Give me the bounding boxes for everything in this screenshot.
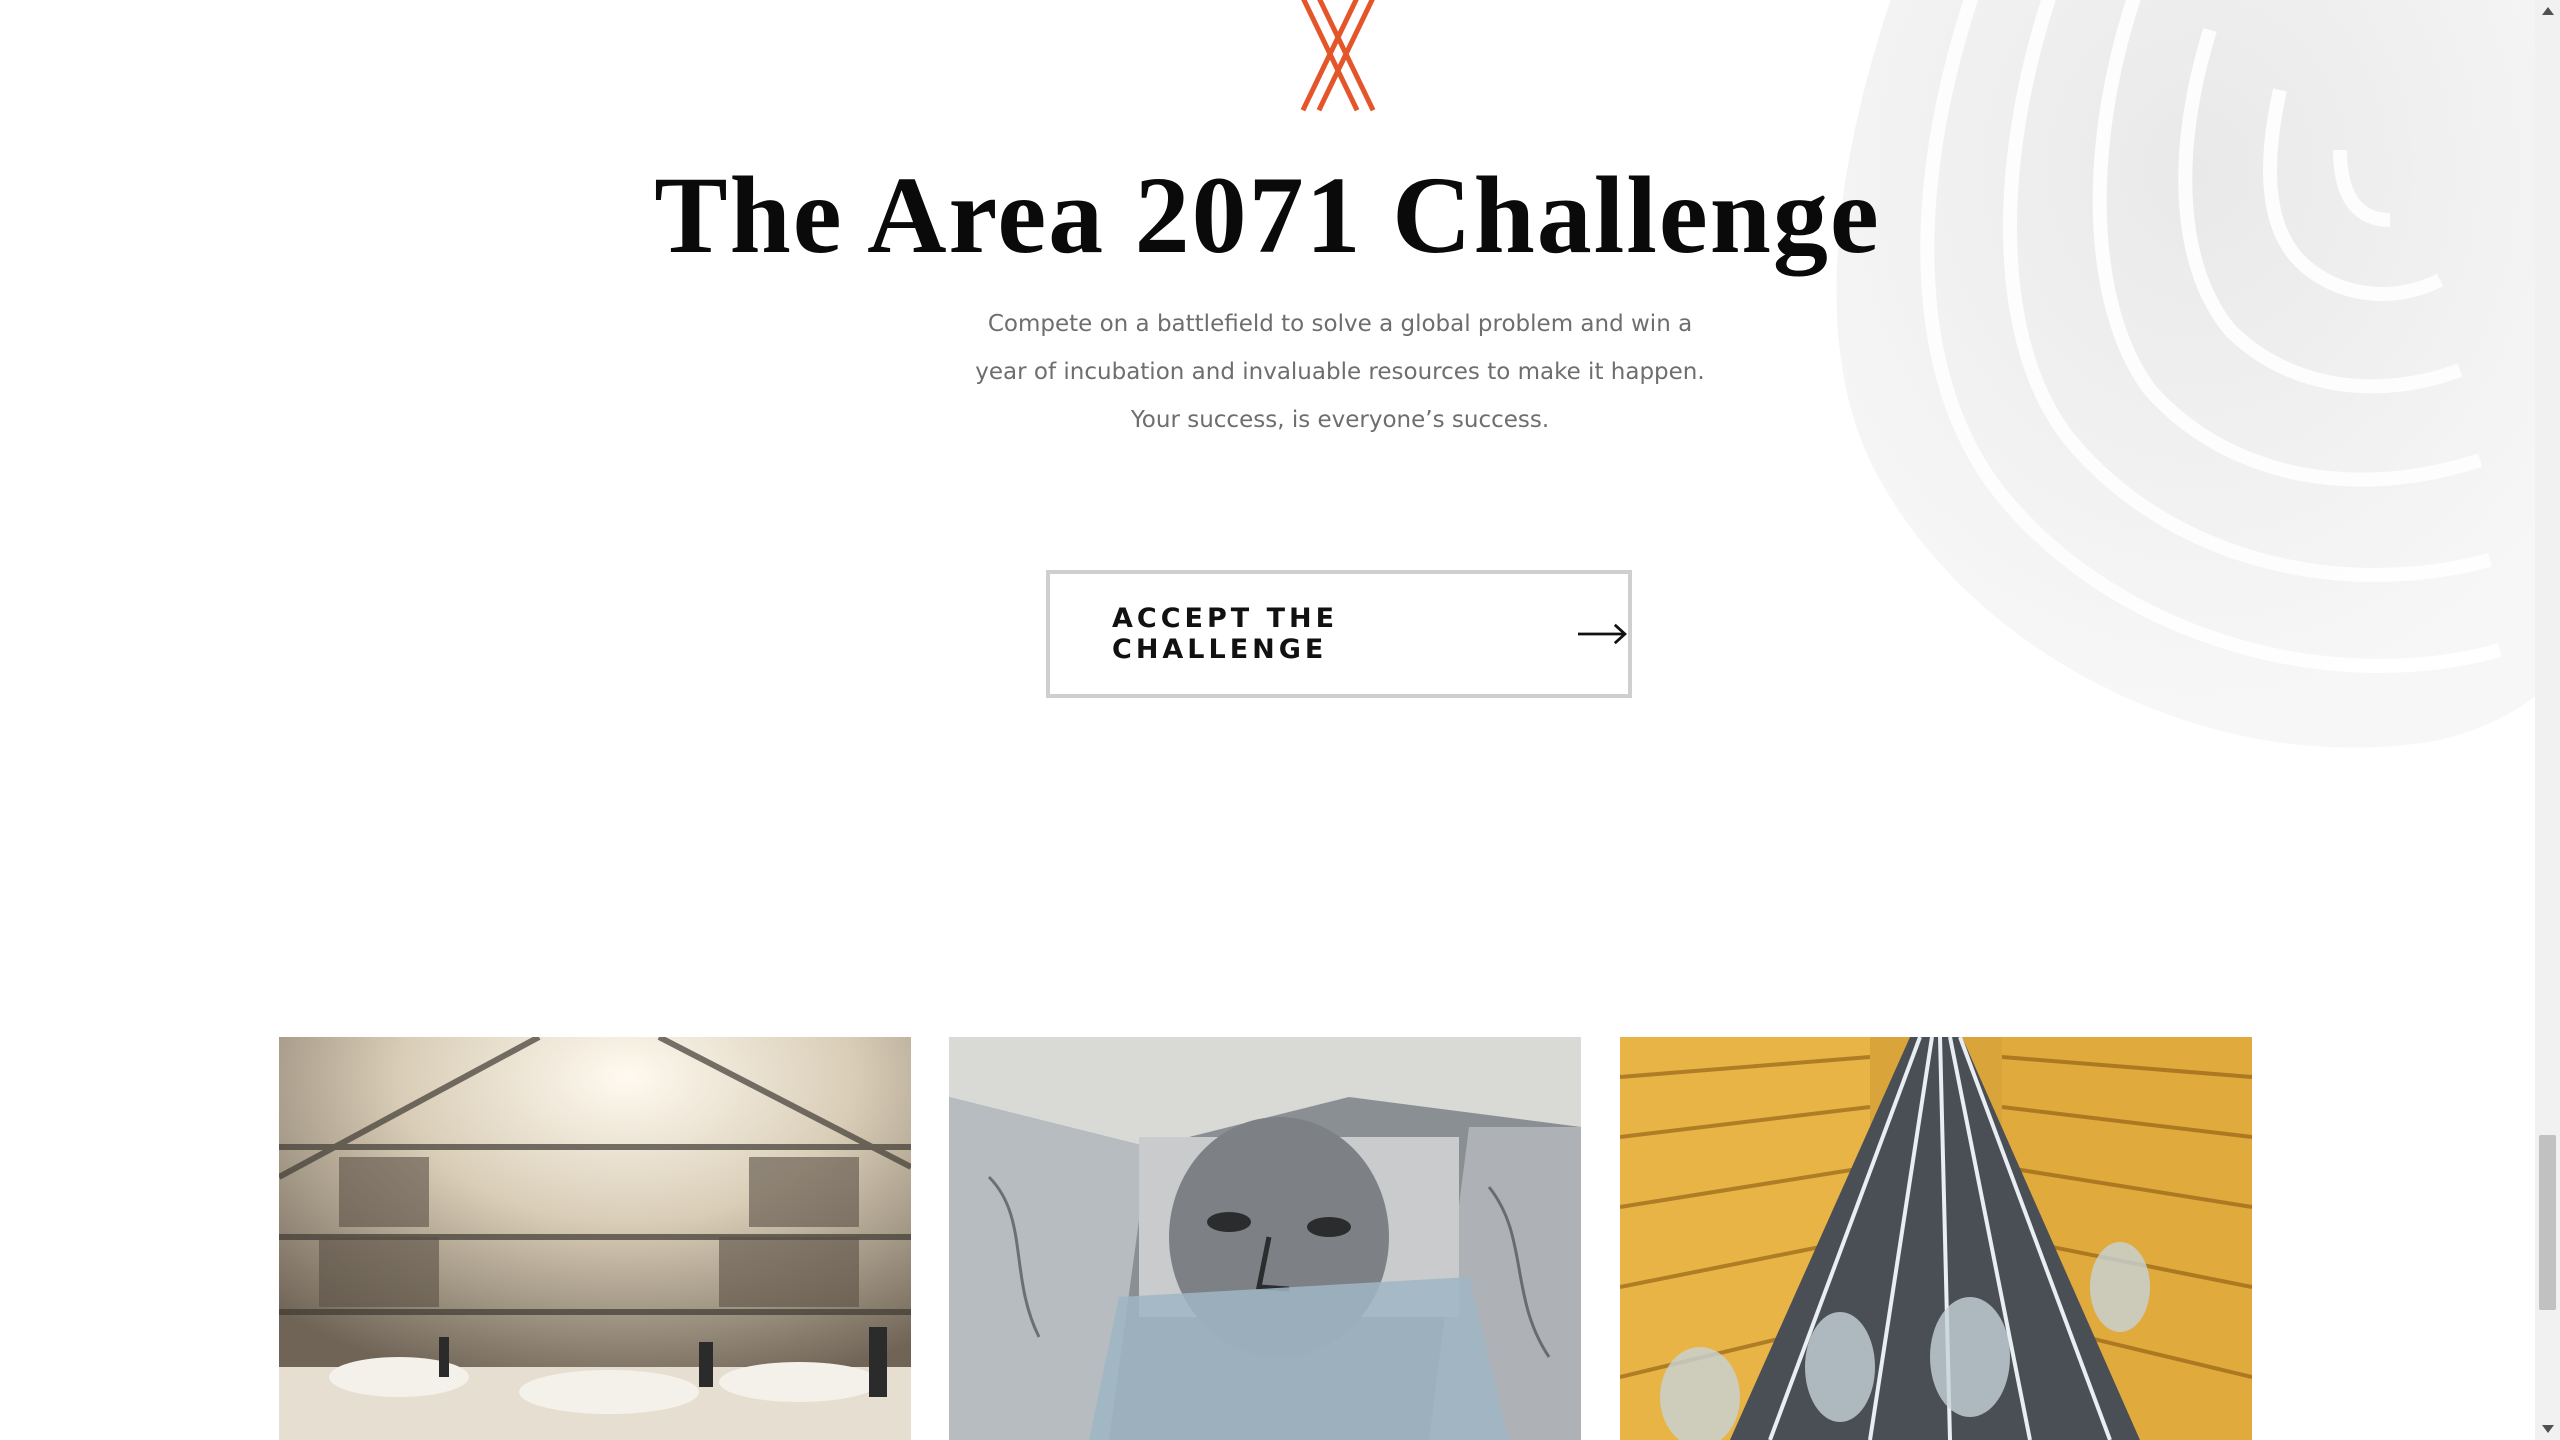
accept-challenge-button[interactable]: ACCEPT THE CHALLENGE (1046, 570, 1632, 698)
feature-cards (279, 1037, 2254, 1440)
area-2071-logo-mark (1300, 0, 1376, 112)
atrium-interior-photo (279, 1037, 911, 1440)
card-atrium[interactable] (279, 1037, 911, 1440)
background-swirl-graphic (1836, 0, 2560, 748)
scrollbar-thumb[interactable] (2539, 1135, 2556, 1310)
elevator-shaft-photo (1620, 1037, 2252, 1440)
banknote-portrait-photo (949, 1037, 1581, 1440)
page-title: The Area 2071 Challenge (654, 154, 1881, 276)
vertical-scrollbar[interactable] (2535, 0, 2560, 1440)
accept-challenge-label: ACCEPT THE CHALLENGE (1112, 603, 1339, 665)
arrow-right-icon (1578, 623, 1628, 645)
challenge-description: Compete on a battlefield to solve a glob… (975, 311, 1705, 433)
card-banknote[interactable] (949, 1037, 1581, 1440)
triangle-down-icon[interactable] (2535, 1418, 2560, 1440)
card-elevators[interactable] (1620, 1037, 2252, 1440)
triangle-up-icon[interactable] (2535, 0, 2560, 22)
